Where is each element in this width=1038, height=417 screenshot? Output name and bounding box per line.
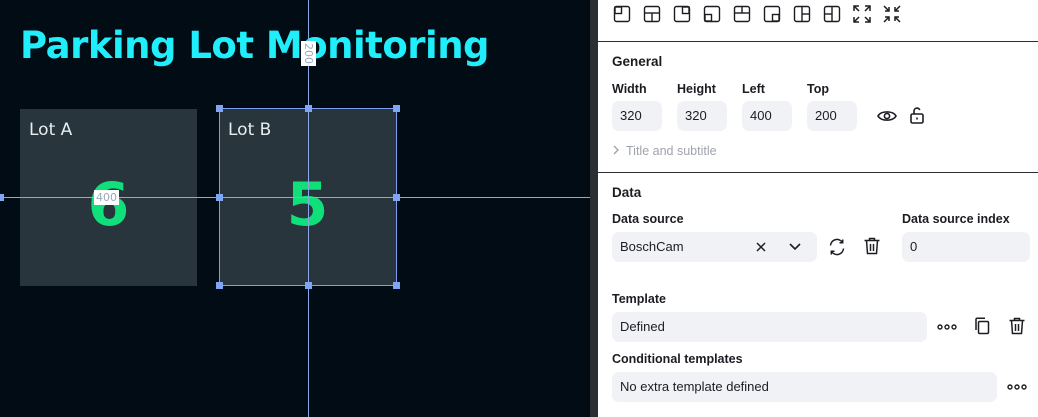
conditional-more-options-icon[interactable]	[1006, 376, 1028, 398]
width-label: Width	[612, 82, 647, 96]
align-center-icon[interactable]	[732, 4, 752, 24]
resize-handle-top-left[interactable]	[216, 105, 223, 112]
title-subtitle-label: Title and subtitle	[626, 144, 717, 158]
resize-handle-bottom[interactable]	[305, 282, 312, 289]
data-source-value: BoschCam	[620, 239, 684, 254]
align-top-right-icon[interactable]	[672, 4, 692, 24]
dashboard-canvas[interactable]: Parking Lot Monitoring Lot A 6 Lot B 5 4…	[0, 0, 590, 417]
resize-handle-left[interactable]	[216, 194, 223, 201]
align-bottom-left-icon[interactable]	[702, 4, 722, 24]
section-title-general: General	[612, 54, 663, 69]
shrink-icon[interactable]	[882, 4, 902, 24]
align-top-left-icon[interactable]	[612, 4, 632, 24]
chevron-down-icon[interactable]	[789, 232, 801, 273]
unlock-icon[interactable]	[906, 104, 928, 126]
data-source-index-input[interactable]: 0	[902, 232, 1030, 262]
resize-handle-right[interactable]	[393, 194, 400, 201]
more-options-icon[interactable]	[936, 316, 958, 338]
data-source-label: Data source	[612, 212, 684, 226]
section-divider	[598, 41, 1038, 42]
left-label: Left	[742, 82, 765, 96]
properties-panel: General Width Height Left Top 320 320 40…	[598, 0, 1038, 417]
width-input[interactable]: 320	[612, 101, 662, 131]
height-input[interactable]: 320	[677, 101, 727, 131]
left-input[interactable]: 400	[742, 101, 792, 131]
section-divider	[598, 172, 1038, 173]
left-offset-label: 400	[94, 190, 119, 205]
delete-template-trash-icon[interactable]	[1006, 315, 1028, 337]
title-subtitle-toggle[interactable]: Title and subtitle	[612, 144, 717, 158]
template-label: Template	[612, 292, 666, 306]
align-middle-right-icon[interactable]	[822, 4, 842, 24]
top-offset-label: 200	[301, 41, 316, 66]
layout-toolbar	[612, 4, 902, 24]
resize-handle-top[interactable]	[305, 105, 312, 112]
refresh-icon[interactable]	[826, 236, 848, 258]
top-input[interactable]: 200	[807, 101, 857, 131]
top-label: Top	[807, 82, 829, 96]
resize-handle-bottom-left[interactable]	[216, 282, 223, 289]
align-middle-left-icon[interactable]	[792, 4, 812, 24]
selection-box[interactable]	[219, 108, 397, 286]
height-label: Height	[677, 82, 716, 96]
lot-label: Lot A	[29, 120, 73, 140]
visibility-eye-icon[interactable]	[876, 105, 898, 127]
data-source-index-label: Data source index	[902, 212, 1010, 226]
dashboard-title: Parking Lot Monitoring	[20, 24, 490, 67]
resize-handle-top-right[interactable]	[393, 105, 400, 112]
chevron-right-icon	[612, 144, 620, 158]
template-field[interactable]: Defined	[612, 312, 927, 342]
conditional-templates-label: Conditional templates	[612, 352, 743, 366]
section-title-data: Data	[612, 185, 642, 200]
delete-source-trash-icon[interactable]	[861, 235, 883, 257]
resize-handle-bottom-right[interactable]	[393, 282, 400, 289]
align-bottom-right-icon[interactable]	[762, 4, 782, 24]
conditional-templates-field[interactable]: No extra template defined	[612, 372, 997, 402]
copy-icon[interactable]	[971, 315, 993, 337]
align-top-center-icon[interactable]	[642, 4, 662, 24]
lot-count: 6	[87, 170, 130, 240]
guide-endpoint-handle	[0, 194, 4, 201]
panel-splitter[interactable]	[590, 0, 598, 417]
data-source-select[interactable]: BoschCam	[612, 232, 817, 262]
clear-icon[interactable]	[756, 232, 766, 273]
expand-icon[interactable]	[852, 4, 872, 24]
